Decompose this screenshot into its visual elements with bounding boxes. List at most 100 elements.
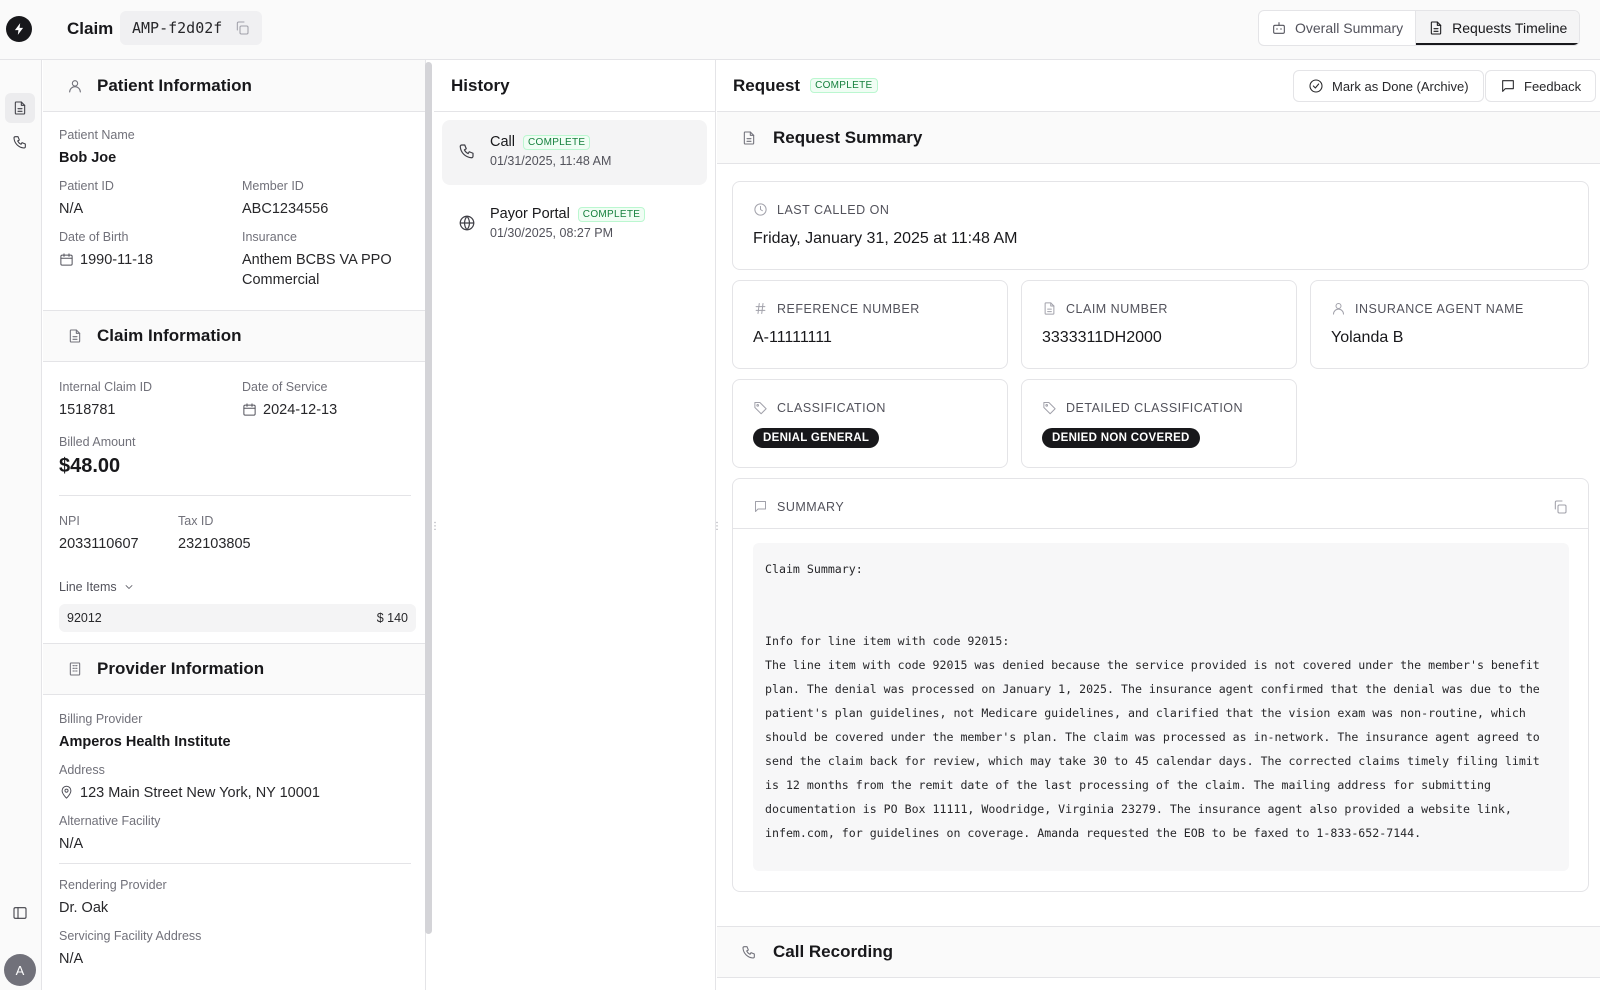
overall-summary-label: Overall Summary: [1295, 20, 1404, 36]
view-toggle: Overall Summary Requests Timeline: [1258, 10, 1581, 46]
clock-icon: [753, 202, 768, 217]
request-title: Request: [733, 75, 801, 95]
avatar[interactable]: A: [4, 954, 36, 986]
servicing-facility-value: N/A: [59, 951, 84, 967]
calendar-icon: [59, 250, 74, 267]
history-panel: History Call COMPLETE 01/31/2025, 11:48 …: [434, 60, 716, 990]
request-summary-title: Request Summary: [773, 127, 923, 147]
insurance-agent-label-text: Insurance Agent Name: [1355, 301, 1524, 316]
claim-id: AMP-f2d02f: [132, 19, 223, 37]
insurance-agent-card: Insurance Agent Name Yolanda B: [1310, 280, 1589, 369]
document-icon: [67, 328, 83, 344]
phone-icon: [12, 134, 28, 150]
last-called-value: Friday, January 31, 2025 at 11:48 AM: [753, 230, 1018, 247]
billed-amount-value: $48.00: [59, 455, 121, 477]
requests-timeline-tab[interactable]: Requests Timeline: [1415, 11, 1580, 45]
history-item-payor-portal[interactable]: Payor Portal COMPLETE 01/30/2025, 08:27 …: [442, 192, 707, 257]
dob-value: 1990-11-18: [59, 250, 153, 270]
divider: [733, 528, 1588, 529]
line-item-amount: $ 140: [376, 611, 408, 625]
address-field: Address 123 Main Street New York, NY 100…: [59, 763, 320, 803]
last-called-label-text: Last Called On: [777, 202, 890, 217]
request-panel: Request COMPLETE Mark as Done (Archive) …: [717, 60, 1600, 990]
patient-name-value: Bob Joe: [59, 150, 117, 166]
address-value: 123 Main Street New York, NY 10001: [59, 783, 320, 803]
line-items-toggle[interactable]: Line Items: [59, 580, 135, 594]
patient-id-value: N/A: [59, 201, 84, 217]
document-icon: [12, 100, 28, 116]
message-icon: [1500, 78, 1516, 94]
summary-text: Claim Summary: Info for line item with c…: [753, 543, 1569, 871]
dob-field: Date of Birth 1990-11-18: [59, 230, 153, 270]
billed-amount-field: Billed Amount $48.00: [59, 435, 135, 478]
address-text: 123 Main Street New York, NY 10001: [80, 785, 320, 801]
reference-number-card: Reference Number A-11111111: [732, 280, 1008, 369]
mark-done-button[interactable]: Mark as Done (Archive): [1293, 70, 1484, 102]
sidebar-toggle-button[interactable]: [5, 898, 35, 928]
classification-badge: DENIAL GENERAL: [753, 428, 880, 448]
detailed-classification-label-text: Detailed Classification: [1066, 400, 1244, 415]
reference-number-label: Reference Number: [753, 301, 920, 316]
robot-icon: [1271, 20, 1287, 36]
reference-number-value: A-11111111: [753, 329, 832, 346]
servicing-facility-field: Servicing Facility Address N/A: [59, 929, 201, 969]
history-item-call[interactable]: Call COMPLETE 01/31/2025, 11:48 AM: [442, 120, 707, 185]
patient-section-header: Patient Information: [43, 60, 425, 112]
top-bar: Claim AMP-f2d02f Overall Summary Request…: [0, 0, 1600, 60]
member-id-value: ABC1234556: [242, 201, 329, 217]
phone-icon: [458, 134, 476, 160]
rendering-provider-field: Rendering Provider Dr. Oak: [59, 878, 167, 918]
phone-icon: [741, 944, 757, 960]
divider: [59, 495, 411, 496]
billing-provider-field: Billing Provider Amperos Health Institut…: [59, 712, 231, 752]
servicing-facility-label: Servicing Facility Address: [59, 929, 202, 943]
status-badge: COMPLETE: [810, 78, 878, 93]
rail-calls-button[interactable]: [5, 127, 35, 157]
claim-number-label: Claim Number: [1042, 301, 1168, 316]
internal-claim-id-label: Internal Claim ID: [59, 380, 153, 394]
claim-id-box: AMP-f2d02f: [120, 11, 263, 45]
classification-label-text: Classification: [777, 400, 886, 415]
dob-label: Date of Birth: [59, 230, 129, 244]
details-scrollbar[interactable]: [425, 62, 432, 934]
rail-documents-button[interactable]: [5, 93, 35, 123]
internal-claim-id-value: 1518781: [59, 402, 116, 418]
insurance-value: Anthem BCBS VA PPO Commercial: [242, 252, 392, 288]
history-item-type: Payor Portal: [490, 206, 570, 222]
map-pin-icon: [59, 783, 74, 800]
claim-number-card: Claim Number 3333311DH2000: [1021, 280, 1297, 369]
status-badge: COMPLETE: [522, 134, 591, 150]
date-of-service-text: 2024-12-13: [263, 402, 338, 418]
call-recording-header: Call Recording: [717, 926, 1600, 978]
billed-amount-label: Billed Amount: [59, 435, 136, 449]
classification-card: Classification DENIAL GENERAL: [732, 379, 1008, 468]
classification-label: Classification: [753, 400, 886, 415]
provider-section-title: Provider Information: [97, 659, 265, 678]
app-logo-icon[interactable]: [6, 16, 32, 42]
tax-id-value: 232103805: [178, 536, 251, 552]
tax-id-field: Tax ID 232103805: [178, 514, 251, 554]
detailed-classification-badge: DENIED NON COVERED: [1042, 428, 1200, 448]
line-items-label: Line Items: [59, 580, 117, 594]
patient-section-title: Patient Information: [97, 75, 252, 95]
date-of-service-value: 2024-12-13: [242, 400, 337, 420]
hash-icon: [753, 301, 768, 316]
copy-icon[interactable]: [234, 20, 250, 36]
rendering-provider-label: Rendering Provider: [59, 878, 167, 892]
history-item-date: 01/31/2025, 11:48 AM: [490, 154, 612, 168]
npi-value: 2033110607: [59, 536, 139, 552]
document-icon: [1428, 20, 1444, 36]
copy-icon[interactable]: [1552, 499, 1568, 515]
insurance-field: Insurance Anthem BCBS VA PPO Commercial: [242, 230, 412, 290]
tag-icon: [1042, 400, 1057, 415]
feedback-button[interactable]: Feedback: [1485, 70, 1597, 102]
status-badge: COMPLETE: [577, 206, 646, 222]
history-item-date: 01/30/2025, 08:27 PM: [490, 226, 614, 240]
mark-done-label: Mark as Done (Archive): [1332, 78, 1469, 94]
history-title: History: [434, 60, 716, 112]
overall-summary-tab[interactable]: Overall Summary: [1259, 11, 1415, 45]
building-icon: [67, 661, 83, 677]
globe-icon: [458, 206, 476, 232]
message-icon: [753, 499, 768, 514]
document-icon: [1042, 301, 1057, 316]
